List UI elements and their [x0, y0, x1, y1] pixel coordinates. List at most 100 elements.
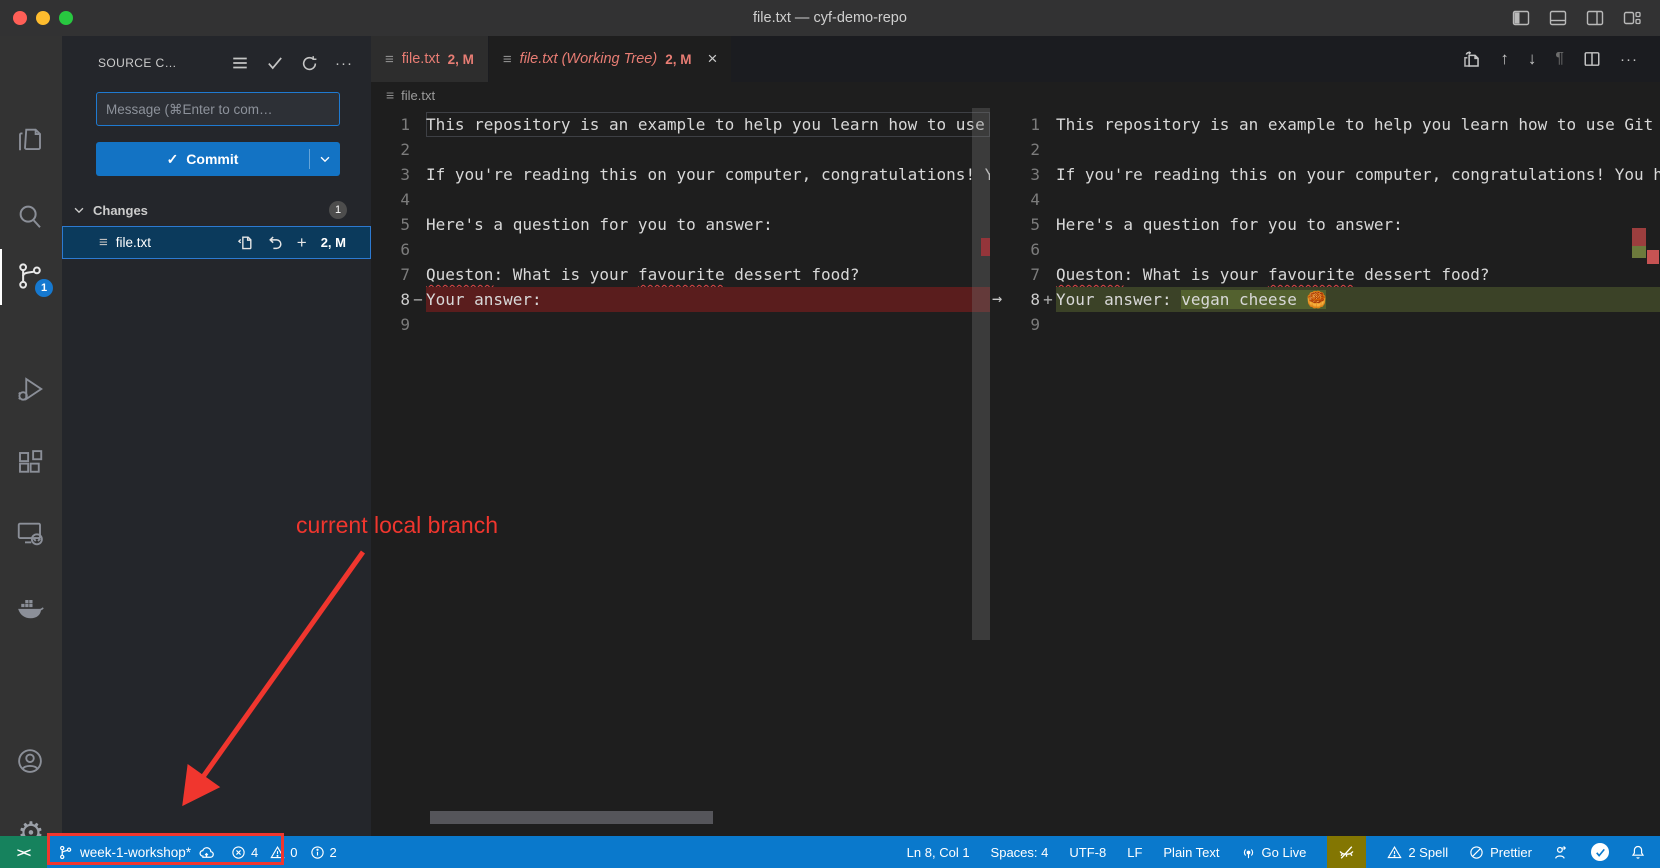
overview-ruler-change-mark	[1647, 250, 1659, 264]
diff-sign	[410, 262, 426, 287]
diff-line: 5Here's a question for you to answer:	[990, 212, 1660, 237]
code-text: Your answer: vegan cheese 🥮	[1056, 287, 1660, 312]
extensions-icon[interactable]	[15, 448, 47, 480]
diff-line: 8−Your answer:	[371, 287, 990, 312]
code-text	[1056, 312, 1660, 337]
tab-label: file.txt (Working Tree)	[520, 51, 658, 67]
tab-label: file.txt	[402, 51, 440, 67]
commit-button[interactable]: ✓ Commit	[96, 142, 340, 176]
toggle-primary-sidebar-icon[interactable]	[1511, 8, 1531, 28]
cursor-position[interactable]: Ln 8, Col 1	[907, 845, 970, 860]
eol-setting[interactable]: LF	[1127, 845, 1142, 860]
changes-label: Changes	[93, 203, 148, 218]
diff-editor: 1This repository is an example to help y…	[371, 108, 1660, 836]
diff-sign	[1040, 312, 1056, 337]
code-text: Your answer:	[426, 287, 990, 312]
open-file-icon[interactable]	[237, 234, 254, 251]
diff-line: 4	[371, 187, 990, 212]
prettier-button[interactable]: Prettier	[1469, 845, 1532, 860]
diff-sign	[1040, 262, 1056, 287]
broadcast-icon	[1241, 845, 1256, 860]
commit-message-input[interactable]	[96, 92, 340, 126]
open-changes-icon[interactable]	[1462, 50, 1481, 69]
explorer-icon[interactable]	[15, 124, 47, 156]
line-number: 2	[371, 137, 410, 162]
source-control-sidebar: SOURCE C… ··· ✓ Commit Changes	[62, 36, 371, 836]
run-debug-icon[interactable]	[15, 374, 47, 406]
refresh-icon[interactable]	[301, 55, 318, 72]
spell-checker-button[interactable]: 2 Spell	[1387, 845, 1448, 860]
commit-check-icon[interactable]	[266, 54, 284, 72]
split-editor-icon[interactable]	[1583, 50, 1601, 68]
view-as-list-icon[interactable]	[231, 54, 249, 72]
line-number: 8	[371, 287, 410, 312]
remote-window-indicator[interactable]: ><	[0, 836, 47, 868]
line-number: 4	[371, 187, 410, 212]
tab-file-txt[interactable]: ≡ file.txt 2, M	[371, 36, 488, 82]
diff-sign	[1040, 237, 1056, 262]
diff-sign	[410, 312, 426, 337]
file-modified-decoration: 2, M	[321, 235, 346, 250]
more-actions-icon[interactable]: ···	[335, 55, 353, 72]
line-number: 5	[990, 212, 1040, 237]
prettier-label: Prettier	[1490, 845, 1532, 860]
accounts-icon[interactable]	[15, 746, 47, 778]
tab-decoration: 2, M	[665, 52, 691, 67]
customize-layout-icon[interactable]	[1622, 8, 1642, 28]
diff-line: 1This repository is an example to help y…	[371, 112, 990, 137]
code-text: If you're reading this on your computer,…	[426, 162, 990, 187]
breadcrumb[interactable]: ≡ file.txt	[371, 82, 1660, 108]
feedback-person-icon[interactable]	[1553, 844, 1570, 861]
close-tab-icon[interactable]: ×	[707, 49, 717, 69]
source-control-icon[interactable]: 1	[15, 261, 47, 293]
line-number: 3	[990, 162, 1040, 187]
more-actions-icon[interactable]: ···	[1620, 51, 1638, 68]
remote-explorer-icon[interactable]	[15, 518, 47, 550]
diff-original-pane[interactable]: 1This repository is an example to help y…	[371, 108, 990, 836]
horizontal-scrollbar[interactable]	[430, 811, 713, 824]
file-icon: ≡	[99, 234, 108, 251]
diff-modified-pane[interactable]: 1This repository is an example to help y…	[990, 108, 1660, 836]
commit-dropdown-chevron-icon[interactable]	[310, 152, 340, 166]
code-text	[426, 137, 990, 162]
editor-group: ≡ file.txt 2, M ≡ file.txt (Working Tree…	[371, 36, 1660, 836]
screencast-off-button[interactable]	[1327, 836, 1366, 868]
tab-file-txt-working-tree[interactable]: ≡ file.txt (Working Tree) 2, M ×	[489, 36, 731, 82]
code-text: Queston: What is your favourite dessert …	[1056, 262, 1660, 287]
stage-changes-plus-icon[interactable]: +	[297, 236, 307, 250]
vscode-window: { "titlebar": { "title": "file.txt — cyf…	[0, 0, 1660, 868]
discard-changes-icon[interactable]	[267, 234, 284, 251]
changed-file-row[interactable]: ≡ file.txt + 2, M	[62, 226, 371, 259]
go-live-button[interactable]: Go Live	[1241, 845, 1307, 860]
search-icon[interactable]	[15, 201, 47, 233]
spell-label: 2 Spell	[1408, 845, 1448, 860]
code-text	[426, 187, 990, 212]
language-mode[interactable]: Plain Text	[1163, 845, 1219, 860]
code-text	[426, 312, 990, 337]
toggle-panel-icon[interactable]	[1548, 8, 1568, 28]
whitespace-pilcrow-icon[interactable]: ¶	[1555, 50, 1564, 68]
encoding-setting[interactable]: UTF-8	[1069, 845, 1106, 860]
vertical-scrollbar[interactable]	[972, 108, 990, 640]
changes-section-header[interactable]: Changes 1	[62, 196, 371, 224]
previous-change-arrow-icon[interactable]: ↑	[1500, 49, 1509, 69]
code-text	[426, 237, 990, 262]
docker-icon[interactable]	[15, 592, 47, 624]
file-icon: ≡	[503, 51, 512, 68]
file-icon: ≡	[385, 51, 394, 68]
changes-count-badge: 1	[329, 201, 347, 219]
bell-icon[interactable]	[1630, 844, 1646, 860]
check-badge-icon[interactable]	[1591, 843, 1609, 861]
indentation-setting[interactable]: Spaces: 4	[991, 845, 1049, 860]
line-number: 5	[371, 212, 410, 237]
line-number: 7	[371, 262, 410, 287]
diff-line: 2	[990, 137, 1660, 162]
toggle-secondary-sidebar-icon[interactable]	[1585, 8, 1605, 28]
line-number: 6	[371, 237, 410, 262]
diff-line: 5Here's a question for you to answer:	[371, 212, 990, 237]
slash-circle-icon	[1469, 845, 1484, 860]
active-view-indicator	[0, 249, 2, 305]
code-text: This repository is an example to help yo…	[426, 112, 990, 137]
diff-sign	[410, 162, 426, 187]
next-change-arrow-icon[interactable]: ↓	[1528, 49, 1537, 69]
